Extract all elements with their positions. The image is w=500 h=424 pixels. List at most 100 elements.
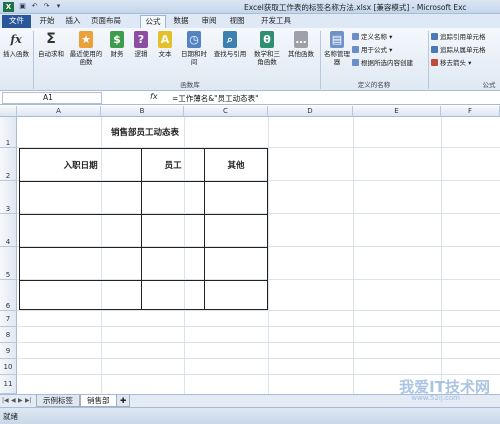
- table-title[interactable]: 销售部员工动态表: [60, 126, 230, 138]
- header-cell-other[interactable]: 其他: [204, 148, 268, 182]
- financial-label: 财务: [110, 50, 124, 58]
- tab-formulas[interactable]: 公式: [140, 15, 166, 28]
- more-functions-button[interactable]: … 其他函数: [286, 31, 316, 58]
- formula-input[interactable]: =工作薄名&"员工动态表": [172, 93, 259, 104]
- tab-insert[interactable]: 插入: [62, 15, 84, 28]
- remove-arrows-button[interactable]: 移去箭头 ▾: [431, 59, 471, 68]
- row-header-11[interactable]: 11: [0, 375, 17, 394]
- table-cell[interactable]: [141, 247, 206, 281]
- table-row: [18, 247, 268, 281]
- gridline: [353, 117, 354, 394]
- table-cell[interactable]: [204, 280, 268, 310]
- column-header-b[interactable]: B: [101, 106, 184, 117]
- clock-book-icon: ◷: [187, 31, 201, 48]
- undo-icon[interactable]: ↶: [30, 2, 39, 11]
- gridline: [17, 342, 500, 343]
- header-cell-entry-date[interactable]: 入职日期: [18, 148, 143, 182]
- row-header-3[interactable]: 3: [0, 181, 17, 214]
- trace-arrow-icon: [431, 46, 438, 53]
- row-header-4[interactable]: 4: [0, 214, 17, 247]
- row-header-6[interactable]: 6: [0, 280, 17, 311]
- logical-book-icon: ?: [134, 31, 148, 48]
- column-header-e[interactable]: E: [353, 106, 441, 117]
- use-in-formula-button[interactable]: 用于公式 ▾: [352, 46, 392, 55]
- date-time-button[interactable]: ◷ 日期和时间: [178, 31, 210, 66]
- fx-icon: fx: [10, 33, 22, 46]
- more-functions-label: 其他函数: [288, 50, 314, 58]
- sheet-tab-sales[interactable]: 销售部: [80, 395, 117, 407]
- gridline: [17, 326, 500, 327]
- trace-arrow-icon: [431, 33, 438, 40]
- watermark-url: www.52ij.com: [411, 394, 460, 402]
- row-header-8[interactable]: 8: [0, 327, 17, 343]
- select-all-corner[interactable]: [0, 106, 17, 117]
- table-cell[interactable]: [204, 181, 268, 215]
- prev-sheet-icon[interactable]: ◀: [11, 397, 16, 404]
- table-cell[interactable]: [141, 280, 206, 310]
- row-header-9[interactable]: 9: [0, 343, 17, 359]
- recent-functions-button[interactable]: ★ 最近使用的函数: [68, 31, 104, 66]
- row-header-7[interactable]: 7: [0, 311, 17, 327]
- tag-icon: [352, 33, 359, 40]
- dropdown-icon[interactable]: ▾: [54, 2, 63, 11]
- table-cell[interactable]: [141, 214, 206, 248]
- remove-arrows-label: 移去箭头 ▾: [440, 59, 472, 67]
- header-cell-employee[interactable]: 员工: [141, 148, 206, 182]
- insert-sheet-icon[interactable]: ✚: [116, 395, 131, 407]
- table-row: [18, 214, 268, 248]
- excel-app-icon[interactable]: X: [3, 2, 14, 12]
- table-cell[interactable]: [204, 247, 268, 281]
- row-header-10[interactable]: 10: [0, 359, 17, 375]
- tab-home[interactable]: 开始: [36, 15, 58, 28]
- table-cell[interactable]: [141, 181, 206, 215]
- next-sheet-icon[interactable]: ▶: [18, 397, 23, 404]
- column-header-c[interactable]: C: [184, 106, 268, 117]
- tab-view[interactable]: 视图: [226, 15, 248, 28]
- fx-icon[interactable]: fx: [150, 92, 158, 101]
- gridline: [441, 117, 442, 394]
- tab-developer[interactable]: 开发工具: [258, 15, 294, 28]
- financial-button[interactable]: $ 财务: [106, 31, 128, 58]
- formula-tag-icon: [352, 46, 359, 53]
- define-name-button[interactable]: 定义名称 ▾: [352, 33, 392, 42]
- first-sheet-icon[interactable]: |◀: [2, 397, 9, 404]
- table-cell[interactable]: [18, 280, 143, 310]
- insert-function-button[interactable]: fx 插入函数: [2, 31, 30, 58]
- text-label: 文本: [158, 50, 172, 58]
- autosum-button[interactable]: Σ 自动求和: [36, 31, 66, 58]
- sheet-tab-example[interactable]: 示例标签: [36, 395, 80, 407]
- create-from-selection-button[interactable]: 根据所选内容创建: [352, 59, 413, 68]
- tab-file[interactable]: 文件: [2, 15, 31, 28]
- logical-button[interactable]: ? 逻辑: [130, 31, 152, 58]
- column-header-f[interactable]: F: [441, 106, 500, 117]
- status-bar: 就绪: [0, 407, 500, 424]
- tab-data[interactable]: 数据: [170, 15, 192, 28]
- window-title: Excel获取工作表的标签名称方法.xlsx [兼容模式] - Microsof…: [244, 3, 467, 12]
- lookup-reference-button[interactable]: ⌕ 查找与引用: [212, 31, 248, 58]
- table-row: [18, 280, 268, 310]
- save-icon[interactable]: ▣: [18, 2, 27, 11]
- row-header-2[interactable]: 2: [0, 148, 17, 181]
- group-function-library: 函数库: [180, 81, 200, 89]
- table-row: [18, 181, 268, 215]
- row-header-5[interactable]: 5: [0, 247, 17, 280]
- name-manager-icon: ▤: [330, 31, 344, 48]
- column-header-d[interactable]: D: [268, 106, 353, 117]
- name-manager-button[interactable]: ▤ 名称管理器: [324, 31, 350, 66]
- table-cell[interactable]: [18, 214, 143, 248]
- tab-page-layout[interactable]: 页面布局: [88, 15, 124, 28]
- last-sheet-icon[interactable]: ▶|: [25, 397, 32, 404]
- redo-icon[interactable]: ↷: [42, 2, 51, 11]
- name-box[interactable]: A1: [2, 92, 102, 104]
- column-header-a[interactable]: A: [17, 106, 101, 117]
- math-trig-button[interactable]: θ 数学和三角函数: [252, 31, 282, 66]
- table-cell[interactable]: [18, 181, 143, 215]
- trace-dependents-button[interactable]: 追踪从属单元格: [431, 46, 486, 55]
- text-button[interactable]: A 文本: [154, 31, 176, 58]
- trace-precedents-button[interactable]: 追踪引用单元格: [431, 33, 486, 42]
- tab-review[interactable]: 审阅: [198, 15, 220, 28]
- table-cell[interactable]: [18, 247, 143, 281]
- table-cell[interactable]: [204, 214, 268, 248]
- separator: [33, 31, 34, 89]
- row-header-1[interactable]: 1: [0, 117, 17, 148]
